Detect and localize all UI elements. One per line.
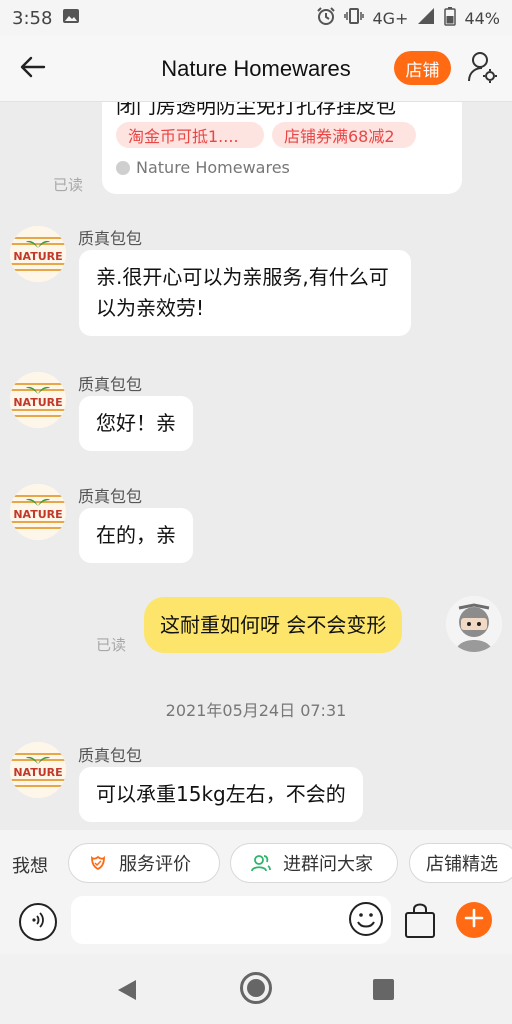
system-nav-bar <box>0 954 512 1024</box>
chat-area[interactable]: 闭门房透明防尘免打孔存挂皮包 淘金币可抵1.... 店铺券满68减2 Natur… <box>0 102 512 830</box>
chat-header: Nature Homewares 店铺 <box>0 36 512 102</box>
avatar[interactable]: NATURE <box>10 484 66 540</box>
sender-name: 质真包包 <box>78 229 143 248</box>
triangle-back-icon <box>116 980 138 1006</box>
battery-percent: 44% <box>464 8 500 28</box>
home-circle-icon <box>247 979 265 997</box>
card-shop-name: Nature Homewares <box>136 158 290 177</box>
card-shop: Nature Homewares <box>116 158 290 177</box>
message-bubble[interactable]: 在的，亲 <box>79 508 193 563</box>
read-receipt: 已读 <box>96 636 127 654</box>
product-title: 闭门房透明防尘免打孔存挂皮包 <box>116 102 396 118</box>
shopping-bag-icon <box>403 903 437 943</box>
plus-icon <box>464 908 484 932</box>
svg-text:NATURE: NATURE <box>13 508 62 521</box>
flower-icon <box>89 854 107 872</box>
back-arrow-icon <box>20 56 46 82</box>
status-bar: 3:58 4G+ 44% <box>0 0 512 36</box>
input-bar <box>0 896 512 954</box>
svg-text:NATURE: NATURE <box>13 766 62 779</box>
battery-icon <box>444 6 457 30</box>
message-bubble[interactable]: 您好！亲 <box>79 396 193 451</box>
chip-service-review[interactable]: 服务评价 <box>68 843 220 883</box>
chip-shop-picks[interactable]: 店铺精选 <box>409 843 512 883</box>
chip-label: 进群问大家 <box>283 854 373 875</box>
emoji-icon <box>348 902 384 941</box>
nav-recents-button[interactable] <box>373 979 394 1000</box>
quick-action-bar: 我想 服务评价 进群问大家 店铺精选 <box>0 830 512 896</box>
shop-button[interactable]: 店铺 <box>394 51 451 85</box>
avatar[interactable]: NATURE <box>10 372 66 428</box>
plus-button[interactable] <box>456 902 492 938</box>
emoji-button[interactable] <box>348 901 384 937</box>
promo-tag[interactable]: 店铺券满68减2 <box>272 122 416 148</box>
message-bubble[interactable]: 亲.很开心可以为亲服务,有什么可以为亲效劳! <box>79 250 411 336</box>
image-icon <box>62 7 80 30</box>
voice-icon <box>28 910 48 934</box>
sender-name: 质真包包 <box>78 375 143 394</box>
svg-text:NATURE: NATURE <box>13 396 62 409</box>
message-bubble[interactable]: 可以承重15kg左右，不会的 <box>79 767 363 822</box>
group-icon <box>251 854 271 872</box>
vibrate-icon <box>344 6 365 30</box>
user-settings-button[interactable] <box>464 50 500 88</box>
nav-home-button[interactable] <box>240 972 272 1004</box>
message-timestamp: 2021年05月24日 07:31 <box>165 701 347 720</box>
chip-label: 服务评价 <box>119 854 191 875</box>
svg-text:NATURE: NATURE <box>13 250 62 263</box>
outgoing-message-bubble[interactable]: 这耐重如何呀 会不会变形 <box>144 597 403 653</box>
shop-icon <box>116 160 130 175</box>
alarm-icon <box>316 6 336 30</box>
voice-button[interactable] <box>19 903 57 941</box>
back-button[interactable] <box>16 52 50 86</box>
shopping-bag-button[interactable] <box>403 901 437 939</box>
user-settings-icon <box>467 51 497 87</box>
message-input[interactable] <box>71 896 391 944</box>
sender-name: 质真包包 <box>78 487 143 506</box>
quick-label: 我想 <box>12 856 48 877</box>
network-label: 4G+ <box>372 8 409 28</box>
promo-tag[interactable]: 淘金币可抵1.... <box>116 122 264 148</box>
chip-label: 店铺精选 <box>426 854 498 875</box>
chip-join-group[interactable]: 进群问大家 <box>230 843 398 883</box>
sender-name: 质真包包 <box>78 746 143 765</box>
status-time: 3:58 <box>12 7 53 29</box>
signal-icon <box>416 6 436 30</box>
product-card[interactable]: 闭门房透明防尘免打孔存挂皮包 淘金币可抵1.... 店铺券满68减2 Natur… <box>102 102 462 194</box>
nav-back-button[interactable] <box>116 978 138 1006</box>
my-avatar[interactable] <box>446 596 502 652</box>
read-receipt: 已读 <box>53 176 84 194</box>
avatar[interactable]: NATURE <box>10 742 66 798</box>
avatar[interactable]: NATURE <box>10 226 66 282</box>
